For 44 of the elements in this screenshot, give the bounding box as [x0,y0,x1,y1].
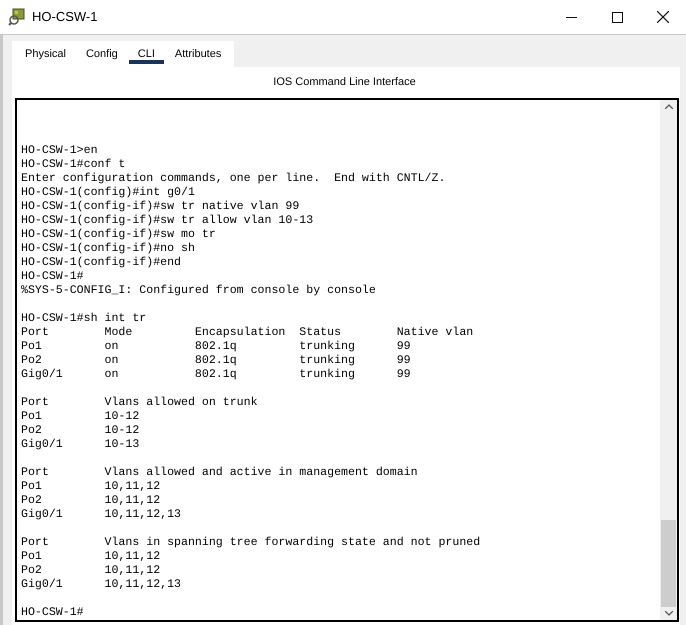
terminal-line: Po2 10-12 [21,424,140,438]
scroll-thumb[interactable] [661,520,676,607]
tab[interactable]: Physical [15,41,76,67]
terminal-line: HO-CSW-1(config-if)#no sh [21,242,195,256]
panel-title: IOS Command Line Interface [272,75,417,90]
terminal-line: HO-CSW-1(config)#int g0/1 [21,186,195,200]
terminal-line: Gig0/1 on 802.1q trunking 99 [21,368,411,382]
terminal-line: Po2 10,11,12 [21,494,160,508]
terminal[interactable] [15,98,679,622]
terminal-line: HO-CSW-1# [21,606,84,620]
tab[interactable]: Config [76,41,128,67]
terminal-line: Enter configuration commands, one per line. End with CNTL/Z. [21,172,446,186]
scroll-down-icon [664,611,672,616]
scrollbar[interactable] [660,100,677,620]
terminal-line: Po1 on 802.1q trunking 99 [21,340,411,354]
terminal-line: %SYS-5-CONFIG_I: Configured from console by console [21,284,376,298]
terminal-line: Po2 on 802.1q trunking 99 [21,354,411,368]
tab[interactable]: CLI [128,41,165,67]
close-icon [657,11,669,23]
terminal-line: HO-CSW-1(config-if)#sw mo tr [21,228,216,242]
window-title: HO-CSW-1 [32,8,98,26]
terminal-line: Gig0/1 10,11,12,13 [21,578,182,592]
terminal-line: HO-CSW-1(config-if)#sw tr allow vlan 10-13 [21,214,314,228]
terminal-line: Gig0/1 10,11,12,13 [21,508,182,522]
terminal-line: Port Vlans in spanning tree forwarding state and not pruned [21,536,480,550]
minimize-icon [566,16,576,18]
terminal-line: Gig0/1 10-13 [21,438,140,452]
scroll-up-icon [664,104,672,109]
terminal-line: Port Vlans allowed and active in management domain [21,466,418,480]
switch-icon [8,8,26,26]
terminal-line: Po1 10,11,12 [21,550,160,564]
maximize-icon [612,12,622,22]
terminal-line: Port Vlans allowed on trunk [21,396,258,410]
terminal-line: HO-CSW-1>en [21,144,98,158]
terminal-line: HO-CSW-1(config-if)#end [21,256,182,270]
terminal-line: Port Mode Encapsulation Status Native vlan [21,326,474,340]
terminal-line: Po2 10,11,12 [21,564,160,578]
terminal-line: HO-CSW-1#sh int tr [21,312,146,326]
terminal-line: Po1 10-12 [21,410,140,424]
terminal-line: HO-CSW-1# [21,270,84,284]
terminal-line: HO-CSW-1#conf t [21,158,126,172]
terminal-line: Po1 10,11,12 [21,480,160,494]
tab[interactable]: Attributes [164,41,232,67]
terminal-line: HO-CSW-1(config-if)#sw tr native vlan 99 [21,200,300,214]
